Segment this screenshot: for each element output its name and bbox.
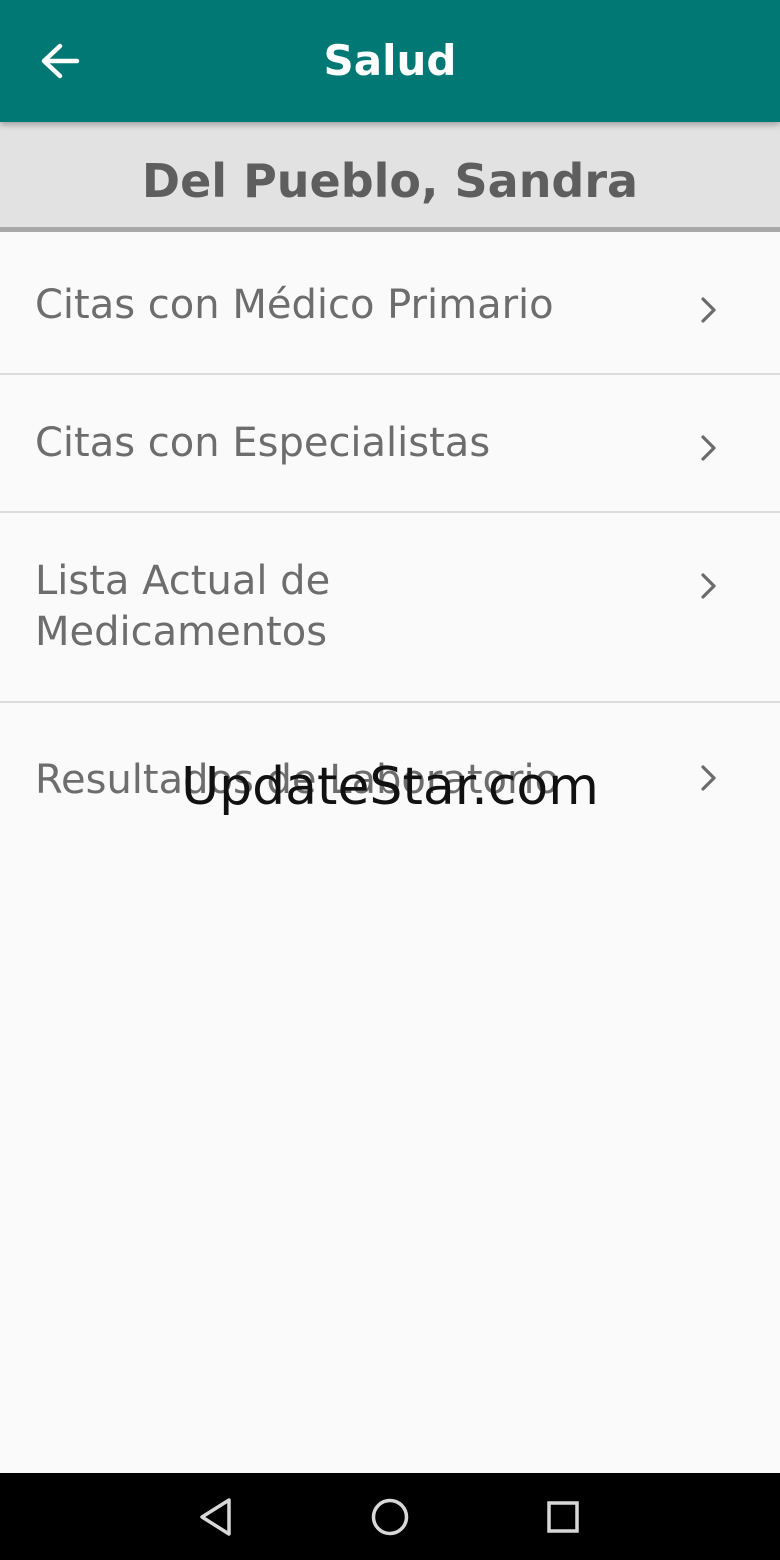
chevron-right-icon [696, 763, 722, 793]
arrow-left-icon [41, 43, 80, 79]
back-button[interactable] [28, 26, 92, 96]
menu-list: Citas con Médico Primario Citas con Espe… [0, 237, 780, 858]
patient-name: Del Pueblo, Sandra [141, 154, 639, 208]
page-title: Salud [323, 36, 457, 85]
circle-home-icon [371, 1498, 409, 1536]
system-nav-bar [0, 1473, 780, 1560]
app-bar: Salud [0, 0, 780, 122]
patient-header: Del Pueblo, Sandra [0, 122, 780, 232]
nav-recents-button[interactable] [535, 1491, 591, 1543]
menu-item-lista-medicamentos[interactable]: Lista Actual de Medicamentos [0, 513, 780, 703]
chevron-right-icon [696, 433, 722, 463]
menu-item-resultados-laboratorio[interactable]: Resultados de Laboratorio [0, 703, 780, 858]
menu-item-label: Citas con Médico Primario [35, 281, 554, 328]
nav-home-button[interactable] [362, 1491, 418, 1543]
menu-item-label: Lista Actual de Medicamentos [35, 558, 331, 655]
menu-item-label: Citas con Especialistas [35, 419, 491, 466]
triangle-back-icon [200, 1498, 231, 1536]
menu-item-label: Resultados de Laboratorio [35, 757, 560, 803]
chevron-right-icon [696, 295, 722, 325]
square-recents-icon [547, 1501, 579, 1533]
chevron-right-icon [696, 571, 722, 601]
menu-item-citas-medico-primario[interactable]: Citas con Médico Primario [0, 237, 780, 375]
menu-item-citas-especialistas[interactable]: Citas con Especialistas [0, 375, 780, 513]
nav-back-button[interactable] [188, 1491, 244, 1543]
